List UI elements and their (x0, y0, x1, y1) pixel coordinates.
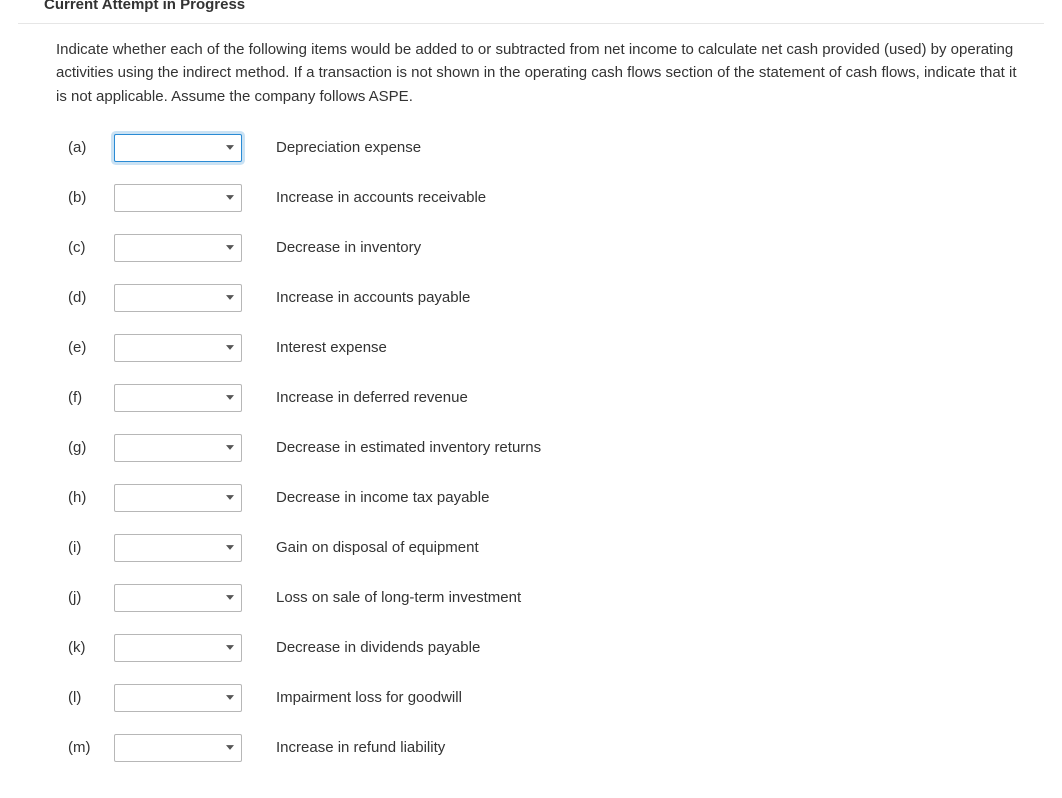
answer-select[interactable] (114, 534, 242, 562)
item-description: Increase in refund liability (276, 739, 445, 756)
item-description: Interest expense (276, 339, 387, 356)
item-row: (j) Loss on sale of long-term investment (68, 584, 1062, 612)
attempt-title: Current Attempt in Progress (44, 0, 245, 13)
item-row: (m) Increase in refund liability (68, 734, 1062, 762)
item-description: Gain on disposal of equipment (276, 539, 479, 556)
item-row: (f) Increase in deferred revenue (68, 384, 1062, 412)
item-description: Impairment loss for goodwill (276, 689, 462, 706)
item-label: (j) (68, 589, 114, 606)
answer-select[interactable] (114, 184, 242, 212)
item-label: (e) (68, 339, 114, 356)
item-description: Loss on sale of long-term investment (276, 589, 521, 606)
item-label: (h) (68, 489, 114, 506)
attempt-header: Current Attempt in Progress (0, 0, 1062, 23)
item-label: (l) (68, 689, 114, 706)
question-instructions: Indicate whether each of the following i… (0, 38, 1062, 108)
item-description: Decrease in estimated inventory returns (276, 439, 541, 456)
item-label: (f) (68, 389, 114, 406)
item-row: (a) Depreciation expense (68, 134, 1062, 162)
item-description: Decrease in income tax payable (276, 489, 489, 506)
items-list: (a) Depreciation expense (b) Increase in ac… (0, 134, 1062, 762)
answer-select[interactable] (114, 334, 242, 362)
item-row: (c) Decrease in inventory (68, 234, 1062, 262)
item-description: Increase in deferred revenue (276, 389, 468, 406)
item-label: (k) (68, 639, 114, 656)
item-description: Increase in accounts payable (276, 289, 470, 306)
answer-select[interactable] (114, 684, 242, 712)
item-row: (e) Interest expense (68, 334, 1062, 362)
item-row: (i) Gain on disposal of equipment (68, 534, 1062, 562)
item-row: (g) Decrease in estimated inventory retur… (68, 434, 1062, 462)
divider (18, 23, 1044, 24)
answer-select[interactable] (114, 134, 242, 162)
item-row: (l) Impairment loss for goodwill (68, 684, 1062, 712)
item-row: (d) Increase in accounts payable (68, 284, 1062, 312)
item-label: (d) (68, 289, 114, 306)
item-description: Depreciation expense (276, 139, 421, 156)
item-label: (b) (68, 189, 114, 206)
item-label: (g) (68, 439, 114, 456)
answer-select[interactable] (114, 234, 242, 262)
answer-select[interactable] (114, 384, 242, 412)
answer-select[interactable] (114, 584, 242, 612)
item-label: (c) (68, 239, 114, 256)
item-row: (h) Decrease in income tax payable (68, 484, 1062, 512)
item-row: (b) Increase in accounts receivable (68, 184, 1062, 212)
item-row: (k) Decrease in dividends payable (68, 634, 1062, 662)
item-description: Decrease in inventory (276, 239, 421, 256)
answer-select[interactable] (114, 284, 242, 312)
item-label: (i) (68, 539, 114, 556)
answer-select[interactable] (114, 484, 242, 512)
answer-select[interactable] (114, 734, 242, 762)
answer-select[interactable] (114, 434, 242, 462)
answer-select[interactable] (114, 634, 242, 662)
item-description: Increase in accounts receivable (276, 189, 486, 206)
item-description: Decrease in dividends payable (276, 639, 480, 656)
item-label: (m) (68, 739, 114, 756)
question-page: Current Attempt in Progress Indicate whe… (0, 0, 1062, 762)
item-label: (a) (68, 139, 114, 156)
